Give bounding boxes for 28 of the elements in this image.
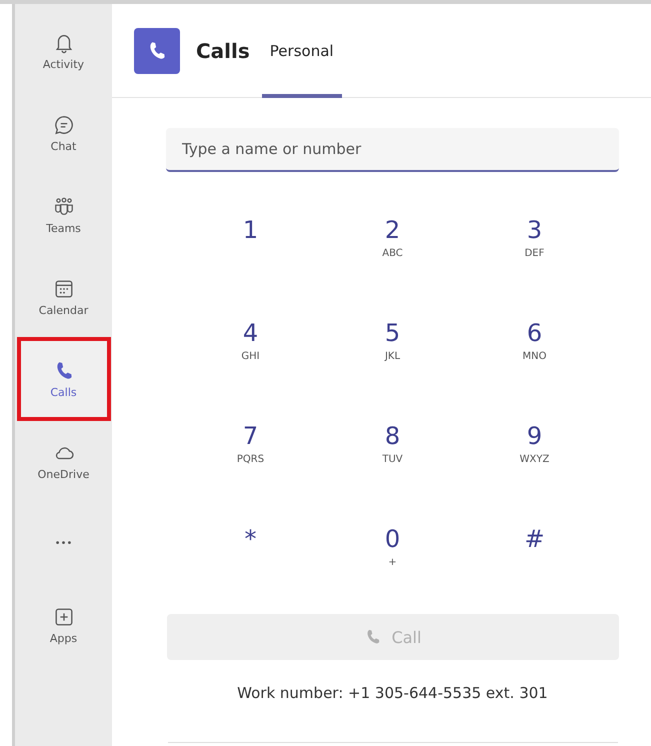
rail-item[interactable]: Apps bbox=[20, 590, 108, 660]
app-title: Calls bbox=[196, 38, 250, 62]
dial-input-field[interactable]: Type a name or number bbox=[166, 128, 619, 172]
keypad-key[interactable]: # bbox=[464, 501, 606, 604]
keypad-key[interactable]: 3 DEF bbox=[464, 192, 606, 295]
rail-item[interactable]: Calls bbox=[16, 337, 110, 421]
tab[interactable]: Personal bbox=[262, 4, 342, 98]
rail-item[interactable]: OneDrive bbox=[20, 426, 108, 496]
keypad-key[interactable]: 7 PQRS bbox=[180, 398, 322, 501]
rail-item[interactable]: Teams bbox=[20, 180, 108, 250]
more-icon bbox=[56, 541, 71, 545]
keypad-key[interactable]: 8 TUV bbox=[322, 398, 464, 501]
work-number-text: Work number: +1 305-644-5535 ext. 301 bbox=[237, 684, 548, 702]
keypad-key[interactable]: 0 + bbox=[322, 501, 464, 604]
people-icon bbox=[52, 196, 74, 218]
rail-item[interactable]: Calendar bbox=[20, 262, 108, 332]
rail-item[interactable]: Activity bbox=[20, 16, 108, 86]
keypad-key[interactable]: 9 WXYZ bbox=[464, 398, 606, 501]
rail-item[interactable]: Chat bbox=[20, 98, 108, 168]
calendar-icon bbox=[52, 278, 74, 300]
chat-bubble-icon bbox=[52, 114, 74, 136]
keypad-key[interactable]: 1 bbox=[180, 192, 322, 295]
keypad-key[interactable]: 2 ABC bbox=[322, 192, 464, 295]
keypad-key[interactable]: * bbox=[180, 501, 322, 604]
plus-icon bbox=[52, 606, 74, 628]
keypad-key[interactable]: 4 GHI bbox=[180, 295, 322, 398]
keypad-key[interactable]: 6 MNO bbox=[464, 295, 606, 398]
keypad-key[interactable]: 5 JKL bbox=[322, 295, 464, 398]
